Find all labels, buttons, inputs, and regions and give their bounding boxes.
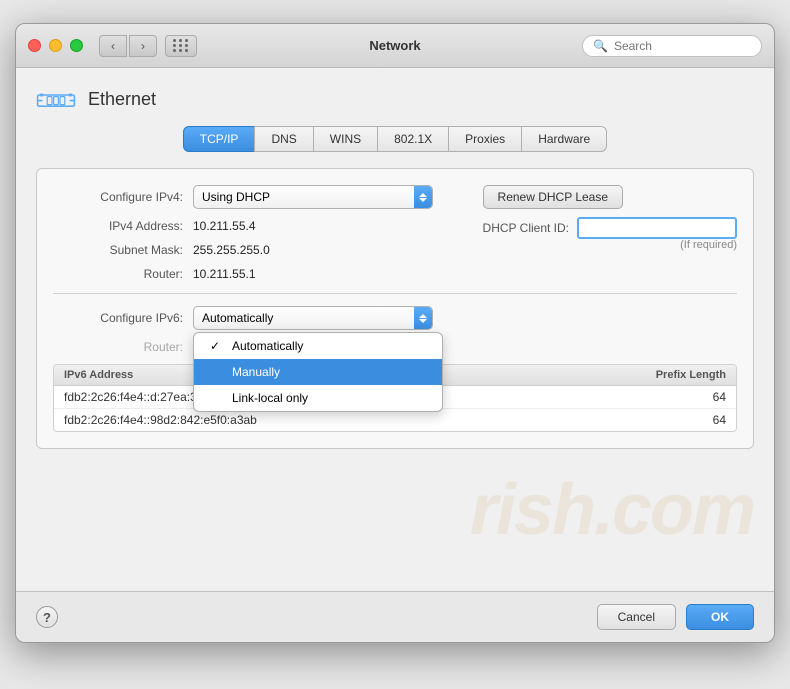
arrow-down-ipv6-icon: [419, 319, 427, 323]
bottom-buttons: Cancel OK: [597, 604, 754, 630]
select-arrows-ipv6-icon: [414, 307, 432, 329]
dropdown-item-automatically[interactable]: ✓ Automatically: [194, 333, 442, 359]
dhcp-client-id-label: DHCP Client ID:: [483, 221, 569, 235]
router-ipv6-label: Router:: [53, 340, 183, 354]
checkmark-icon: ✓: [210, 339, 224, 353]
ipv6-addr-2: fdb2:2c26:f4e4::98d2:842:e5f0:a3ab: [64, 413, 626, 427]
subnet-mask-value: 255.255.255.0: [193, 243, 270, 257]
dhcp-client-row: DHCP Client ID:: [483, 217, 737, 239]
search-input[interactable]: [614, 39, 754, 53]
configure-ipv6-label: Configure IPv6:: [53, 311, 183, 325]
dropdown-menu: ✓ Automatically Manually Link-local only: [193, 332, 443, 412]
search-box[interactable]: 🔍: [582, 35, 762, 57]
titlebar: ‹ › Network 🔍: [16, 24, 774, 68]
dropdown-item-manually-label: Manually: [232, 365, 280, 379]
grid-icon: [173, 39, 189, 52]
configure-ipv6-value: Automatically: [202, 311, 273, 325]
search-icon: 🔍: [593, 39, 608, 53]
dropdown-item-automatically-label: Automatically: [232, 339, 303, 353]
ok-button[interactable]: OK: [686, 604, 754, 630]
configure-ipv4-select[interactable]: Using DHCP: [193, 185, 433, 209]
cancel-button[interactable]: Cancel: [597, 604, 676, 630]
tab-bar: TCP/IP DNS WINS 802.1X Proxies Hardware: [36, 126, 754, 152]
router-row: Router: 10.211.55.1: [53, 267, 737, 281]
nav-buttons: ‹ ›: [99, 35, 157, 57]
forward-button[interactable]: ›: [129, 35, 157, 57]
configure-ipv6-select[interactable]: Automatically: [193, 306, 433, 330]
tab-proxies[interactable]: Proxies: [448, 126, 521, 152]
subnet-mask-label: Subnet Mask:: [53, 243, 183, 257]
configure-ipv6-dropdown-container: Automatically ✓ Automatically: [193, 306, 433, 330]
help-button[interactable]: ?: [36, 606, 58, 628]
configure-ipv6-row: Configure IPv6: Automatically ✓ Automa: [53, 306, 737, 330]
if-required-label: (If required): [483, 239, 737, 251]
col-prefix-length: Prefix Length: [626, 369, 726, 381]
right-side: Renew DHCP Lease DHCP Client ID: (If req…: [483, 185, 737, 251]
dropdown-item-link-local-label: Link-local only: [232, 391, 308, 405]
prefix-1: 64: [626, 390, 726, 404]
tab-8021x[interactable]: 802.1X: [377, 126, 448, 152]
minimize-button[interactable]: [49, 39, 62, 52]
prefix-2: 64: [626, 413, 726, 427]
content-area: rish.com Ethernet TCP/IP DNS WINS 802.1X…: [16, 68, 774, 591]
traffic-lights: [28, 39, 83, 52]
dropdown-item-manually[interactable]: Manually: [194, 359, 442, 385]
dropdown-item-link-local[interactable]: Link-local only: [194, 385, 442, 411]
tab-wins[interactable]: WINS: [313, 126, 377, 152]
network-window: ‹ › Network 🔍 rish.com: [15, 23, 775, 643]
router-label: Router:: [53, 267, 183, 281]
back-button[interactable]: ‹: [99, 35, 127, 57]
section-title: Ethernet: [88, 89, 156, 110]
close-button[interactable]: [28, 39, 41, 52]
arrow-down-icon: [419, 198, 427, 202]
tab-hardware[interactable]: Hardware: [521, 126, 607, 152]
dhcp-client-id-input[interactable]: [577, 217, 737, 239]
watermark: rish.com: [470, 469, 754, 551]
window-title: Network: [369, 38, 420, 53]
router-value: 10.211.55.1: [193, 267, 256, 281]
ethernet-icon: [36, 84, 76, 114]
maximize-button[interactable]: [70, 39, 83, 52]
tab-dns[interactable]: DNS: [254, 126, 312, 152]
separator: [53, 293, 737, 294]
ipv4-address-label: IPv4 Address:: [53, 219, 183, 233]
section-header: Ethernet: [36, 84, 754, 114]
select-arrows-icon: [414, 186, 432, 208]
tab-tcpip[interactable]: TCP/IP: [183, 126, 255, 152]
configure-ipv4-value: Using DHCP: [202, 190, 270, 204]
ipv4-address-value: 10.211.55.4: [193, 219, 256, 233]
main-panel: Renew DHCP Lease DHCP Client ID: (If req…: [36, 168, 754, 449]
table-row: fdb2:2c26:f4e4::98d2:842:e5f0:a3ab 64: [54, 409, 736, 431]
renew-dhcp-button[interactable]: Renew DHCP Lease: [483, 185, 624, 209]
arrow-up-icon: [419, 193, 427, 197]
arrow-up-ipv6-icon: [419, 314, 427, 318]
configure-ipv4-label: Configure IPv4:: [53, 190, 183, 204]
bottom-bar: ? Cancel OK: [16, 591, 774, 642]
grid-button[interactable]: [165, 35, 197, 57]
